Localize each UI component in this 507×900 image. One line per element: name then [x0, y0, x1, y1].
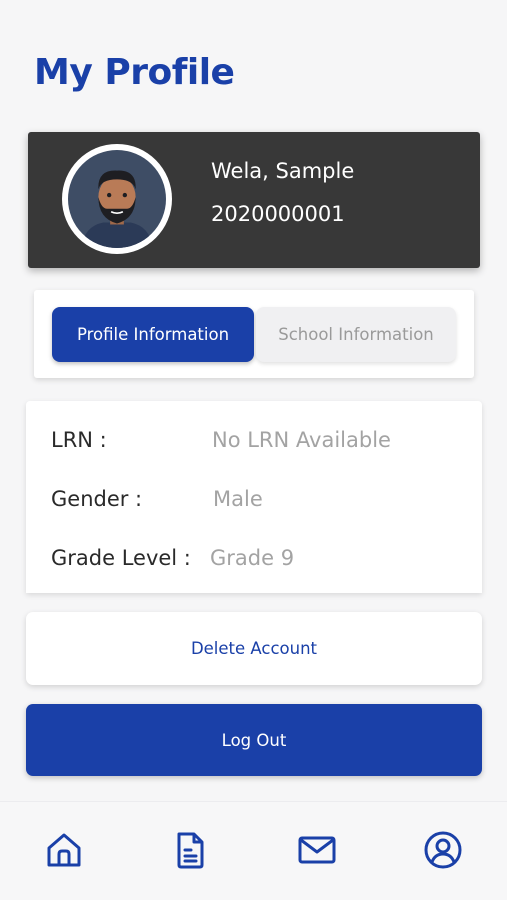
avatar: [62, 144, 172, 254]
profile-icon: [424, 831, 462, 869]
info-tabs: Profile Information School Information: [34, 290, 474, 378]
lrn-label: LRN :: [51, 428, 107, 452]
grade-level-value: Grade 9: [210, 546, 295, 570]
profile-info-card: LRN : No LRN Available Gender : Male Gra…: [26, 401, 482, 593]
bottom-nav: [0, 801, 507, 900]
nav-profile[interactable]: [422, 829, 464, 871]
user-avatar-icon: [68, 150, 166, 248]
home-icon: [47, 833, 81, 867]
nav-documents[interactable]: [169, 829, 211, 871]
tab-profile-information[interactable]: Profile Information: [52, 307, 254, 362]
page-title: My Profile: [34, 52, 235, 93]
profile-name: Wela, Sample: [211, 159, 355, 183]
logout-button[interactable]: Log Out: [26, 704, 482, 776]
profile-screen: My Profile Wela, Sample 2020000001 Profi…: [0, 0, 507, 900]
document-icon: [177, 832, 204, 869]
profile-card: Wela, Sample 2020000001: [28, 132, 480, 268]
student-id: 2020000001: [211, 202, 345, 226]
delete-account-button[interactable]: Delete Account: [26, 612, 482, 685]
grade-level-label: Grade Level :: [51, 546, 191, 570]
mail-icon: [298, 836, 336, 864]
nav-messages[interactable]: [296, 829, 338, 871]
gender-value: Male: [213, 487, 263, 511]
lrn-value: No LRN Available: [212, 428, 391, 452]
nav-home[interactable]: [43, 829, 85, 871]
gender-label: Gender :: [51, 487, 143, 511]
tab-school-information[interactable]: School Information: [256, 307, 456, 362]
